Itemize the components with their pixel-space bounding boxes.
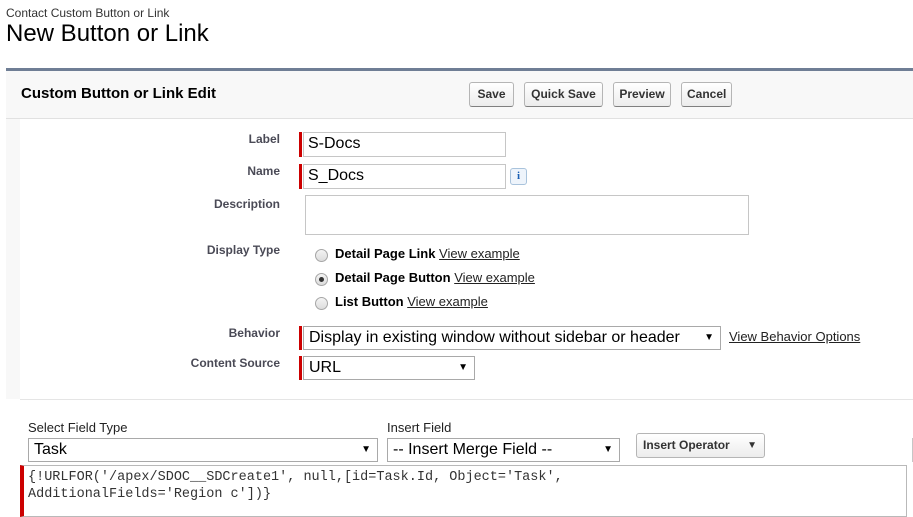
breadcrumb: Contact Custom Button or Link [6, 6, 170, 20]
insert-operator-label: Insert Operator [643, 438, 730, 452]
preview-button[interactable]: Preview [613, 82, 671, 107]
info-icon[interactable]: i [510, 168, 527, 185]
edit-panel: Custom Button or Link Edit Save Quick Sa… [6, 68, 913, 517]
panel-side-strip [6, 119, 20, 399]
caret-down-icon: ▼ [747, 440, 757, 451]
content-source-value: URL [309, 359, 342, 376]
formula-editor[interactable]: {!URLFOR('/apex/SDOC__SDCreate1', null,[… [20, 465, 907, 517]
behavior-value: Display in existing window without sideb… [309, 329, 680, 346]
save-button[interactable]: Save [469, 82, 514, 107]
view-example-link[interactable]: View example [454, 270, 535, 285]
required-marker [299, 326, 302, 350]
radio-selected-dot [319, 277, 324, 282]
chevron-down-icon: ▼ [704, 332, 714, 343]
display-type-label: Display Type [206, 243, 280, 257]
description-textarea[interactable] [305, 195, 749, 235]
select-field-type-label: Select Field Type [28, 420, 128, 435]
option-detail-page-link: Detail Page Link View example [335, 246, 520, 261]
panel-header: Custom Button or Link Edit Save Quick Sa… [6, 71, 913, 119]
content-source-label: Content Source [190, 356, 280, 370]
required-marker [299, 356, 302, 380]
required-marker [299, 164, 302, 189]
option-label: List Button [335, 294, 404, 309]
label-field-label: Label [248, 132, 280, 146]
label-input[interactable]: S-Docs [303, 132, 506, 157]
option-label: Detail Page Link [335, 246, 436, 261]
behavior-label: Behavior [228, 326, 280, 340]
quick-save-button[interactable]: Quick Save [524, 82, 603, 107]
panel-title: Custom Button or Link Edit [21, 85, 216, 102]
radio-detail-page-link[interactable] [315, 249, 328, 262]
name-input[interactable]: S_Docs [303, 164, 506, 189]
section-divider [20, 399, 913, 400]
select-field-type-dropdown[interactable]: Task ▼ [28, 438, 378, 462]
chevron-down-icon: ▼ [458, 362, 468, 373]
option-detail-page-button: Detail Page Button View example [335, 270, 535, 285]
field-type-value: Task [34, 441, 67, 458]
chevron-down-icon: ▼ [361, 444, 371, 455]
option-list-button: List Button View example [335, 294, 488, 309]
radio-list-button[interactable] [315, 297, 328, 310]
name-field-label: Name [247, 164, 280, 178]
description-field-label: Description [213, 197, 280, 211]
option-label: Detail Page Button [335, 270, 451, 285]
chevron-down-icon: ▼ [603, 444, 613, 455]
view-example-link[interactable]: View example [439, 246, 520, 261]
view-behavior-options-link[interactable]: View Behavior Options [729, 329, 860, 344]
insert-field-value: -- Insert Merge Field -- [393, 441, 553, 458]
content-source-select[interactable]: URL ▼ [303, 356, 475, 380]
insert-field-dropdown[interactable]: -- Insert Merge Field -- ▼ [387, 438, 620, 462]
insert-field-label: Insert Field [387, 420, 452, 435]
insert-operator-button[interactable]: Insert Operator ▼ [636, 433, 765, 458]
radio-detail-page-button[interactable] [315, 273, 328, 286]
view-example-link[interactable]: View example [407, 294, 488, 309]
behavior-select[interactable]: Display in existing window without sideb… [303, 326, 721, 350]
cancel-button[interactable]: Cancel [681, 82, 732, 107]
required-marker [299, 132, 302, 157]
page-title: New Button or Link [6, 20, 209, 47]
